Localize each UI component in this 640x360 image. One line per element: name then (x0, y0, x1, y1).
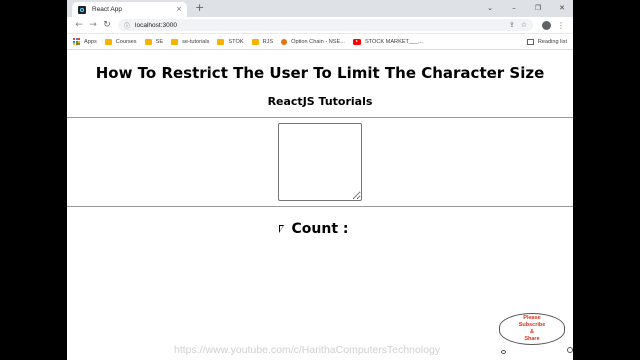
bookmark-label: se-tutorials (182, 38, 210, 45)
bookmark-se[interactable]: SE (144, 38, 164, 45)
reading-list-button[interactable]: Reading list (526, 38, 567, 45)
folder-icon (171, 38, 179, 45)
bookmark-label: Option Chain - NSE... (291, 38, 345, 45)
bookmarks-bar: Apps Courses SE se-tutorials STOK RJS Op… (67, 34, 573, 50)
close-window-button[interactable]: ✕ (555, 2, 569, 14)
option-chain-favicon-icon (281, 38, 288, 45)
tab-strip: React App × + ⌄ – ❐ ✕ (67, 0, 573, 17)
menu-kebab-icon[interactable]: ⋮ (554, 21, 568, 30)
bookmark-label: Apps (84, 38, 97, 45)
tab-title: React App (92, 6, 122, 13)
divider-top (67, 117, 573, 118)
page-subtitle: ReactJS Tutorials (267, 95, 373, 108)
page-content: How To Restrict The User To Limit The Ch… (67, 50, 573, 360)
youtube-icon (352, 38, 361, 45)
share-icon[interactable]: ⇪ (509, 21, 515, 29)
restore-button[interactable]: ❐ (531, 2, 545, 14)
bookmark-label: STOCK MARKET___... (364, 38, 423, 45)
profile-avatar[interactable] (542, 20, 551, 30)
forward-arrow-icon[interactable]: → (86, 20, 100, 30)
character-count-label: Count : (291, 221, 349, 237)
browser-window: React App × + ⌄ – ❐ ✕ ← → ↻ ⓘ localhost:… (67, 0, 573, 360)
react-favicon-icon (78, 5, 86, 14)
bookmark-courses[interactable]: Courses (104, 38, 137, 45)
reading-list-label: Reading list (537, 38, 567, 45)
bookmark-label: STOK (228, 38, 244, 45)
bookmark-stok[interactable]: STOK (217, 38, 244, 45)
left-letterbox (0, 0, 67, 360)
apps-grid-icon (73, 38, 80, 45)
bookmark-label: SE (155, 38, 164, 45)
thought-bubble-dot (501, 350, 506, 354)
mouse-pointer-icon (279, 225, 284, 233)
tab-search-icon[interactable]: ⌄ (483, 2, 497, 14)
new-tab-button[interactable]: + (195, 2, 204, 14)
minimize-button[interactable]: – (507, 2, 521, 14)
thought-bubble-dot-large (567, 347, 573, 353)
bookmark-rjs[interactable]: RJS (251, 38, 274, 45)
subscribe-cloud-badge: Please Subscribe & Share (499, 313, 565, 345)
window-controls: ⌄ – ❐ ✕ (483, 2, 569, 14)
tab-close-icon[interactable]: × (176, 6, 182, 13)
message-textarea[interactable] (278, 123, 362, 201)
bookmark-label: RJS (262, 38, 274, 45)
reload-icon[interactable]: ↻ (100, 20, 114, 30)
folder-icon (144, 38, 152, 45)
bookmark-option-chain[interactable]: Option Chain - NSE... (281, 38, 345, 45)
back-arrow-icon[interactable]: ← (72, 20, 86, 30)
bookmark-se-tutorials[interactable]: se-tutorials (171, 38, 210, 45)
address-bar[interactable]: ⓘ localhost:3000 ⇪ ☆ (118, 19, 533, 31)
subscribe-text: Please Subscribe & Share (518, 315, 546, 342)
url-text[interactable]: localhost:3000 (135, 22, 503, 29)
reading-list-icon (526, 38, 534, 45)
tab-react-app[interactable]: React App × (72, 2, 187, 17)
page-title: How To Restrict The User To Limit The Ch… (95, 64, 545, 82)
right-letterbox (573, 0, 640, 360)
channel-watermark: https://www.youtube.com/c/HarithaCompute… (174, 344, 441, 356)
browser-toolbar: ← → ↻ ⓘ localhost:3000 ⇪ ☆ ⋮ (67, 17, 573, 34)
folder-icon (217, 38, 225, 45)
folder-icon (104, 38, 112, 45)
divider-bottom (67, 206, 573, 207)
bookmark-apps[interactable]: Apps (73, 38, 97, 45)
folder-icon (251, 38, 259, 45)
bookmark-stock-market[interactable]: STOCK MARKET___... (352, 38, 423, 45)
bookmark-star-icon[interactable]: ☆ (521, 21, 527, 29)
info-icon[interactable]: ⓘ (124, 21, 130, 30)
bookmark-label: Courses (115, 38, 137, 45)
